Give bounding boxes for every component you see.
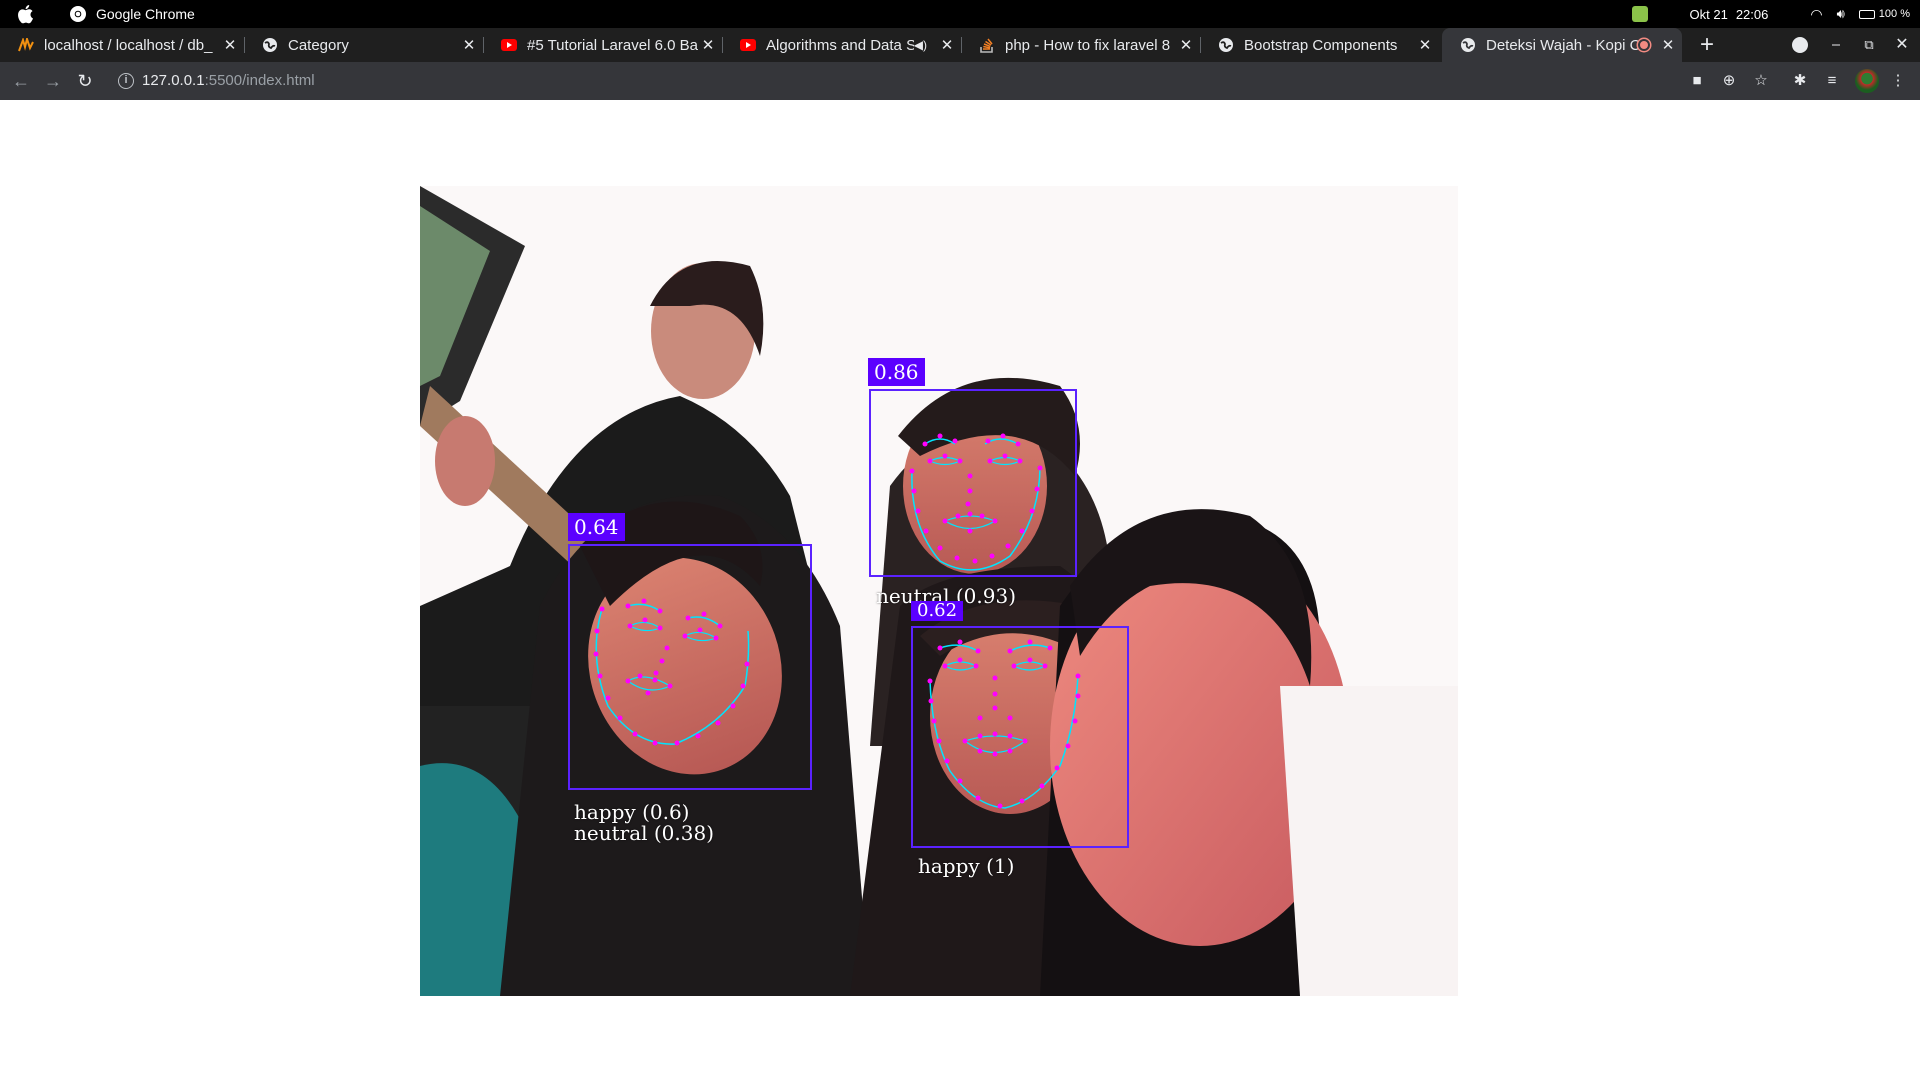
app-name[interactable]: Google Chrome — [96, 6, 195, 22]
expression-label: happy (1) — [918, 854, 1015, 878]
extensions-icon[interactable]: ✱ — [1790, 71, 1810, 91]
tab-category[interactable]: Category ✕ — [244, 28, 483, 62]
browser-toolbar: ← → ↻ i 127.0.0.1:5500/index.html ■ ⊕ ☆ … — [0, 62, 1920, 100]
forward-button[interactable]: → — [43, 71, 63, 91]
close-icon[interactable]: ✕ — [700, 36, 716, 54]
menu-icon[interactable]: ⋮ — [1888, 71, 1908, 91]
phpmyadmin-icon — [18, 37, 34, 53]
tab-phpmyadmin[interactable]: localhost / localhost / db_ ✕ — [0, 28, 244, 62]
detection-overlay: 0.86 neutral (0.93) 0.64 happy (0.6) neu… — [420, 186, 1458, 996]
tab-title: php - How to fix laravel 8 — [1005, 36, 1171, 54]
url-path: :5500/index.html — [204, 72, 315, 89]
detection-score: 0.62 — [911, 601, 964, 621]
tab-title: Algorithms and Data S — [766, 36, 914, 54]
tab-algorithms[interactable]: Algorithms and Data S ◀) ✕ — [722, 28, 961, 62]
media-control-icon[interactable]: ≡ — [1822, 71, 1842, 91]
tab-title: Bootstrap Components — [1244, 36, 1398, 54]
tab-laravel-tutorial[interactable]: #5 Tutorial Laravel 6.0 Ba ✕ — [483, 28, 722, 62]
tab-title: Deteksi Wajah - Kopi C — [1486, 36, 1638, 54]
site-info-icon[interactable]: i — [118, 73, 134, 89]
detection-score: 0.64 — [568, 513, 625, 541]
url-host: 127.0.0.1 — [142, 72, 205, 89]
tab-deteksi-wajah[interactable]: Deteksi Wajah - Kopi C ✕ — [1442, 28, 1682, 62]
restore-button[interactable]: ⧉ — [1855, 28, 1883, 62]
clock-time[interactable]: 22:06 — [1736, 7, 1769, 22]
volume-icon[interactable]: 🔊︎ — [1837, 6, 1845, 22]
stackoverflow-icon — [979, 37, 995, 53]
expression-label: happy (0.6) — [574, 800, 690, 824]
window-close-button[interactable]: ✕ — [1888, 28, 1916, 62]
tab-title: #5 Tutorial Laravel 6.0 Ba — [527, 36, 698, 54]
clock-date[interactable]: Okt 21 — [1690, 7, 1728, 22]
camera-icon[interactable]: ■ — [1687, 71, 1707, 91]
expression-label: neutral (0.38) — [574, 821, 715, 845]
apple-icon[interactable] — [16, 4, 34, 24]
face-bounding-box — [911, 626, 1129, 848]
reload-button[interactable]: ↻ — [75, 71, 95, 91]
face-bounding-box — [568, 544, 812, 790]
tray-app-icon[interactable] — [1631, 6, 1648, 22]
profile-avatar[interactable] — [1855, 69, 1879, 93]
tab-title: Category — [288, 36, 349, 54]
close-icon[interactable]: ✕ — [461, 36, 477, 54]
close-icon[interactable]: ✕ — [939, 36, 955, 54]
battery-percent: 100 % — [1878, 8, 1910, 20]
system-top-bar: Google Chrome Okt 21 22:06 ◠ 🔊︎ 100 % — [0, 0, 1920, 28]
bookmark-star-icon[interactable]: ☆ — [1751, 71, 1771, 91]
page-viewport: 0.86 neutral (0.93) 0.64 happy (0.6) neu… — [0, 100, 1920, 1080]
zoom-icon[interactable]: ⊕ — [1719, 71, 1739, 91]
recording-indicator-icon — [1638, 39, 1650, 51]
system-tray: Okt 21 22:06 ◠ 🔊︎ 100 % — [1631, 0, 1910, 28]
wifi-icon[interactable]: ◠ — [1810, 6, 1822, 23]
close-icon[interactable]: ✕ — [1660, 36, 1676, 54]
new-tab-button[interactable]: + — [1693, 28, 1721, 62]
close-icon[interactable]: ✕ — [1417, 36, 1433, 54]
tab-strip: localhost / localhost / db_ ✕ Category ✕… — [0, 28, 1920, 62]
minimize-button[interactable]: ⎯ — [1822, 28, 1850, 62]
globe-icon — [1460, 37, 1476, 53]
tab-title: localhost / localhost / db_ — [44, 36, 213, 54]
tab-bootstrap[interactable]: Bootstrap Components ✕ — [1200, 28, 1439, 62]
globe-icon — [262, 37, 278, 53]
tab-stackoverflow[interactable]: php - How to fix laravel 8 ✕ — [961, 28, 1200, 62]
chevron-down-icon — [1792, 36, 1808, 53]
detection-score: 0.86 — [868, 358, 925, 386]
globe-icon — [1218, 37, 1234, 53]
battery-icon[interactable] — [1858, 9, 1875, 19]
youtube-icon — [740, 37, 756, 53]
close-icon[interactable]: ✕ — [1178, 36, 1194, 54]
back-button[interactable]: ← — [11, 71, 31, 91]
close-icon[interactable]: ✕ — [222, 36, 238, 54]
face-bounding-box — [869, 389, 1077, 577]
address-bar[interactable]: i 127.0.0.1:5500/index.html — [110, 67, 1655, 95]
youtube-icon — [501, 37, 517, 53]
chrome-icon — [70, 6, 86, 22]
tab-search-button[interactable] — [1786, 28, 1814, 62]
url-text[interactable]: 127.0.0.1:5500/index.html — [142, 72, 315, 89]
audio-playing-icon[interactable]: ◀) — [914, 38, 927, 52]
